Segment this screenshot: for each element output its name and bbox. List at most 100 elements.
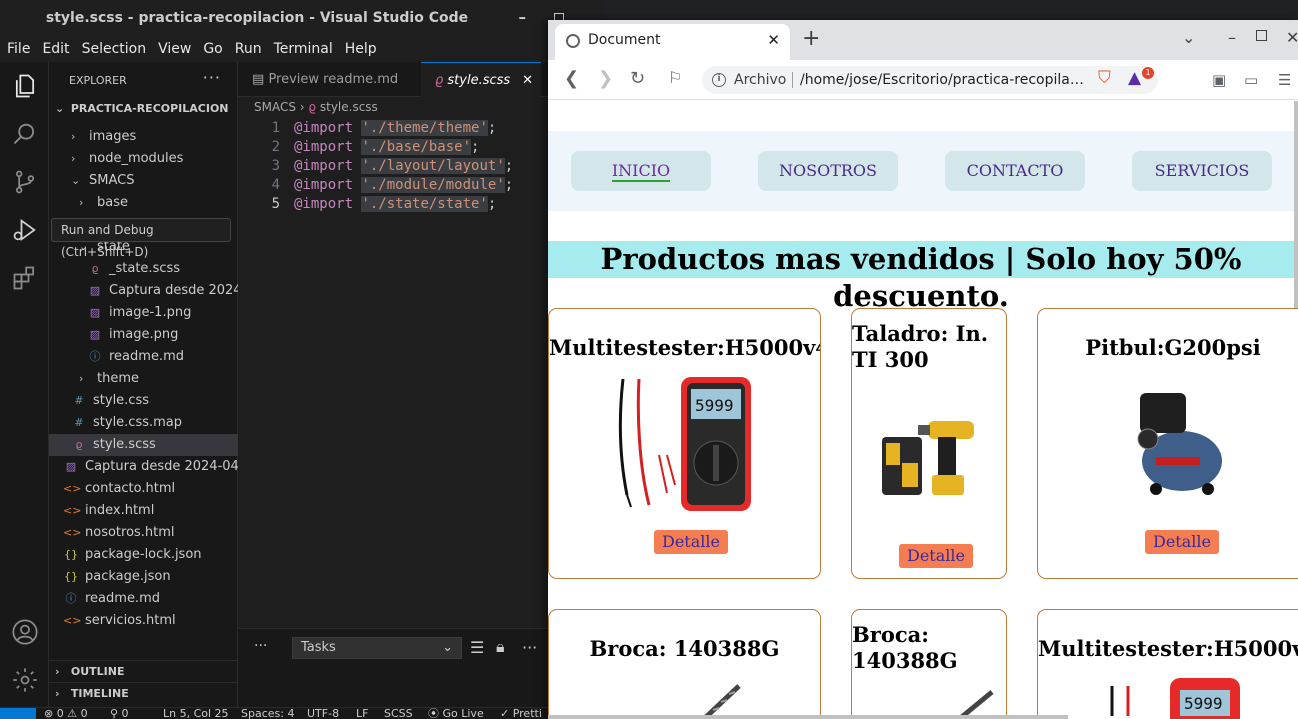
forward-icon[interactable]: ❯: [598, 68, 613, 89]
nav-servicios[interactable]: SERVICIOS: [1132, 151, 1272, 191]
menu-file[interactable]: File: [0, 38, 30, 57]
promo-banner: Productos mas vendidos | Solo hoy 50% de…: [548, 241, 1294, 313]
breadcrumb-folder[interactable]: SMACS: [254, 100, 296, 114]
maximize-icon[interactable]: [1256, 30, 1267, 41]
explorer-file[interactable]: <> servicios.html: [49, 610, 238, 632]
url-text[interactable]: /home/jose/Escritorio/practica-recopilac…: [800, 66, 1090, 94]
nav-nosotros[interactable]: NOSOTROS: [758, 151, 898, 191]
detalle-button[interactable]: Detalle: [654, 530, 728, 554]
explorer-item-label: index.html: [85, 503, 155, 518]
explorer-folder[interactable]: ⌄ SMACS: [49, 170, 238, 192]
go-live-button[interactable]: ⦿ Go Live: [428, 708, 484, 719]
encoding[interactable]: UTF-8: [307, 708, 339, 719]
explorer-file[interactable]: {} package-lock.json: [49, 544, 238, 566]
run-debug-icon[interactable]: [11, 216, 39, 244]
browser-tab-document[interactable]: Document ✕: [555, 24, 790, 60]
back-icon[interactable]: ❮: [564, 68, 579, 89]
explorer-item-label: theme: [97, 371, 139, 386]
account-icon[interactable]: [11, 618, 39, 646]
brave-shields-icon[interactable]: ⛉: [1098, 68, 1111, 88]
detalle-button[interactable]: Detalle: [899, 544, 973, 568]
search-icon[interactable]: [11, 120, 39, 148]
indentation[interactable]: Spaces: 4: [241, 708, 294, 719]
menu-view[interactable]: View: [151, 38, 191, 57]
bookmark-icon[interactable]: ⚐: [668, 68, 682, 87]
menu-edit[interactable]: Edit: [35, 38, 69, 57]
tab-preview-readme[interactable]: ▤ Preview readme.md: [238, 62, 406, 97]
chevron-icon: ›: [71, 130, 76, 143]
panel-more-icon-2[interactable]: ···: [522, 638, 537, 657]
explorer-file[interactable]: ▨ Captura desde 2024-...: [49, 280, 238, 302]
new-tab-icon[interactable]: +: [802, 26, 820, 51]
tasks-dropdown[interactable]: Tasks ⌄: [292, 637, 462, 659]
minimize-icon[interactable]: –: [519, 8, 527, 26]
explorer-file[interactable]: # style.css.map: [49, 412, 238, 434]
cursor-position[interactable]: Ln 5, Col 25: [163, 708, 229, 719]
menu-terminal[interactable]: Terminal: [267, 38, 333, 57]
reload-icon[interactable]: ↻: [630, 68, 645, 89]
outline-section[interactable]: › OUTLINE: [49, 660, 238, 682]
address-bar[interactable]: i Archivo /home/jose/Escritorio/practica…: [702, 66, 1158, 94]
project-root[interactable]: ⌄ PRACTICA-RECOPILACION: [49, 98, 238, 120]
code-string: './theme/theme': [361, 120, 488, 136]
breadcrumb-file[interactable]: style.scss: [320, 100, 378, 114]
explorer-icon[interactable]: [11, 72, 39, 100]
ports-indicator[interactable]: ⚲ 0: [110, 708, 129, 719]
explorer-file[interactable]: ▨ Captura desde 2024-04-...: [49, 456, 238, 478]
explorer-file[interactable]: {} package.json: [49, 566, 238, 588]
extensions-icon[interactable]: [11, 264, 39, 292]
explorer-file[interactable]: <> contacto.html: [49, 478, 238, 500]
menu-run[interactable]: Run: [228, 38, 262, 57]
source-control-icon[interactable]: [11, 168, 39, 196]
url-scheme: Archivo: [734, 72, 787, 88]
lock-icon[interactable]: 🔒︎: [496, 637, 505, 657]
explorer-folder[interactable]: › base: [49, 192, 238, 214]
nav-inicio[interactable]: INICIO: [571, 151, 711, 191]
problems-indicator[interactable]: ⊗ 0 ⚠ 0: [44, 708, 88, 719]
wallet-icon[interactable]: ▭: [1244, 71, 1258, 89]
timeline-section[interactable]: › TIMELINE: [49, 682, 238, 704]
explorer-file[interactable]: <> index.html: [49, 500, 238, 522]
menu-help[interactable]: Help: [338, 38, 377, 57]
multimeter-image: 5999: [1110, 678, 1240, 719]
explorer-file[interactable]: # style.css: [49, 390, 238, 412]
tab-search-chevron-icon[interactable]: ⌄: [1182, 28, 1195, 47]
menu-selection[interactable]: Selection: [75, 38, 147, 57]
product-title: Multitestester:H5000v45A: [549, 335, 820, 360]
horizontal-scrollbar[interactable]: [548, 715, 1068, 719]
explorer-file[interactable]: ▨ image-1.png: [49, 302, 238, 324]
language-mode[interactable]: SCSS: [384, 708, 413, 719]
close-window-icon[interactable]: ✕: [1286, 28, 1298, 47]
menu-icon[interactable]: ☰: [1278, 71, 1291, 89]
close-tab-icon[interactable]: ✕: [767, 24, 780, 56]
detalle-button[interactable]: Detalle: [1145, 530, 1219, 554]
explorer-folder[interactable]: › theme: [49, 368, 238, 390]
rewards-badge: 1: [1142, 67, 1154, 79]
explorer-file[interactable]: ⓘ readme.md: [49, 588, 238, 610]
vertical-scrollbar[interactable]: [1294, 101, 1298, 311]
eol[interactable]: LF: [356, 708, 368, 719]
minimize-icon[interactable]: –: [1228, 28, 1236, 47]
explorer-file[interactable]: ⓘ readme.md: [49, 346, 238, 368]
menu-go[interactable]: Go: [196, 38, 222, 57]
remote-icon[interactable]: [0, 708, 36, 719]
prettier-status[interactable]: ✓ Pretti: [500, 708, 542, 719]
sidebar-icon[interactable]: ▣: [1212, 71, 1226, 89]
chevron-icon: ⌄: [71, 174, 81, 187]
explorer-file[interactable]: <> nosotros.html: [49, 522, 238, 544]
nav-contacto[interactable]: CONTACTO: [945, 151, 1085, 191]
tab-style-scss[interactable]: ϱ style.scss ✕: [421, 62, 541, 97]
close-tab-icon[interactable]: ✕: [522, 63, 533, 98]
product-card: Broca: 140388G: [851, 609, 1007, 719]
explorer-folder[interactable]: › images: [49, 126, 238, 148]
settings-gear-icon[interactable]: [11, 666, 39, 694]
more-actions-icon[interactable]: ···: [203, 68, 221, 87]
site-info-icon[interactable]: i: [712, 73, 726, 87]
clear-icon[interactable]: ☰: [470, 638, 484, 657]
explorer-file[interactable]: ▨ image.png: [49, 324, 238, 346]
brave-rewards-icon[interactable]: ▲: [1128, 68, 1141, 88]
explorer-file[interactable]: ϱ style.scss: [49, 434, 238, 456]
css-file-icon: #: [74, 416, 84, 429]
explorer-folder[interactable]: › node_modules: [49, 148, 238, 170]
panel-more-icon[interactable]: ···: [254, 638, 267, 654]
